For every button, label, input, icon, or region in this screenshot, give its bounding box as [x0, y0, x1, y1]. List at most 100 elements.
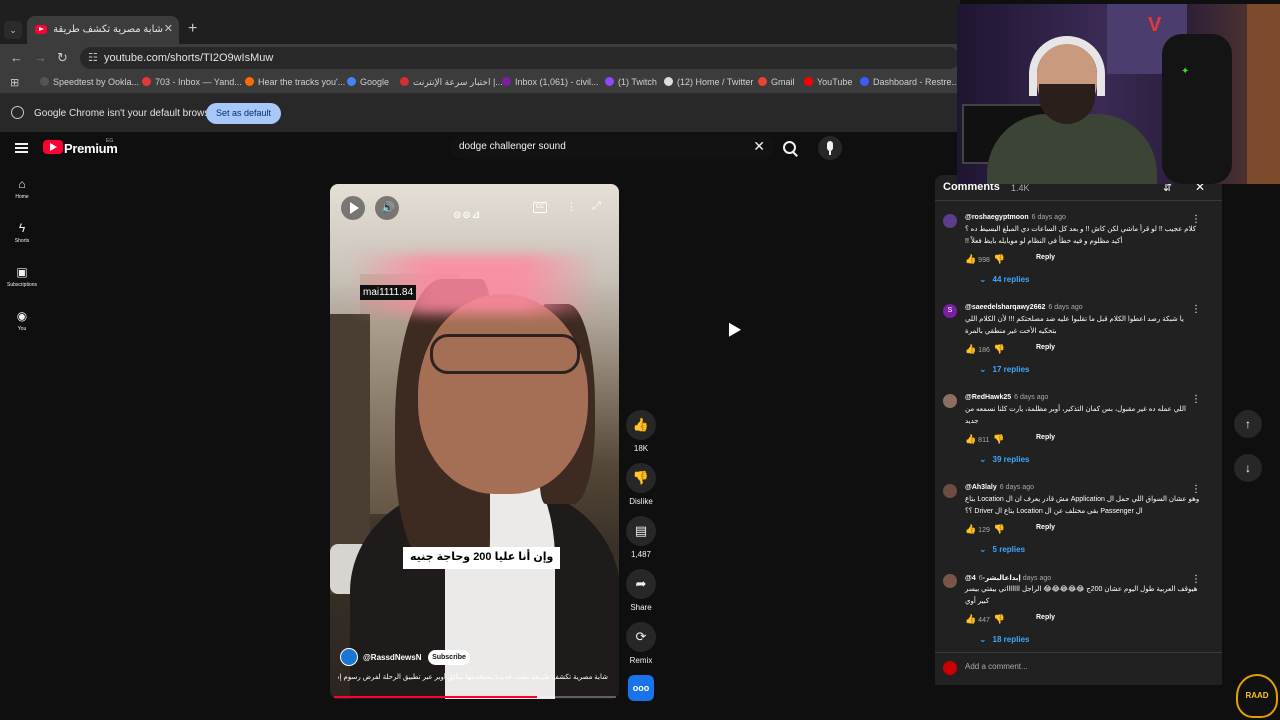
bookmark-yandex[interactable]: 703 - Inbox — Yand...: [142, 77, 242, 87]
reply-button[interactable]: Reply: [1036, 524, 1055, 531]
dislike-button[interactable]: 👎 Dislike: [624, 463, 658, 506]
add-comment-input[interactable]: Add a comment...: [965, 662, 1028, 671]
reply-button[interactable]: Reply: [1036, 614, 1055, 621]
raad-watermark-logo: RAAD: [1236, 674, 1278, 718]
comment-author[interactable]: @saeedelsharqawy2662 6 days ago: [965, 304, 1083, 311]
next-short-arrow-down-icon[interactable]: ↓: [1234, 454, 1262, 482]
search-query: dodge challenger sound: [459, 141, 566, 152]
bookmarks-bar: ⊞ Speedtest by Ookla... 703 - Inbox — Ya…: [0, 72, 960, 94]
omnibox[interactable]: ☷ youtube.com/shorts/TI2O9wIsMuw: [80, 47, 960, 69]
captions-cc-icon[interactable]: CC: [533, 202, 547, 213]
view-replies-button[interactable]: ⌄ 39 replies: [979, 454, 1029, 465]
view-replies-button[interactable]: ⌄ 17 replies: [979, 364, 1029, 375]
sidebar-item-home[interactable]: ⌂ Home: [0, 178, 44, 200]
short-video-player[interactable]: [330, 184, 619, 699]
remix-button[interactable]: ⟳ Remix: [624, 622, 658, 665]
reply-button[interactable]: Reply: [1036, 434, 1055, 441]
new-tab-plus-icon[interactable]: +: [188, 20, 197, 38]
comments-button[interactable]: ▤ 1,487: [624, 516, 658, 559]
bookmark-inbox[interactable]: Inbox (1,061) - civil...: [502, 77, 599, 87]
menu-hamburger-icon[interactable]: [15, 143, 28, 153]
bookmark-twitch[interactable]: (1) Twitch: [605, 77, 657, 87]
blurred-banner: [350, 254, 600, 314]
avatar[interactable]: [943, 484, 957, 498]
reply-button[interactable]: Reply: [1036, 254, 1055, 261]
bookmark-speedtest[interactable]: Speedtest by Ookla...: [40, 77, 139, 87]
avatar[interactable]: [943, 394, 957, 408]
view-replies-button[interactable]: ⌄ 5 replies: [979, 544, 1025, 555]
thumbs-down-icon[interactable]: 👎: [994, 614, 1005, 625]
thumbs-up-icon[interactable]: 👍: [965, 524, 976, 535]
play-icon: [350, 202, 359, 214]
thumbs-up-icon[interactable]: 👍: [965, 344, 976, 355]
back-arrow-icon[interactable]: ←: [10, 50, 23, 65]
view-replies-button[interactable]: ⌄ 18 replies: [979, 634, 1029, 645]
reply-button[interactable]: Reply: [1036, 344, 1055, 351]
url-text: youtube.com/shorts/TI2O9wIsMuw: [104, 52, 274, 64]
previous-short-arrow-up-icon[interactable]: ↑: [1234, 410, 1262, 438]
apps-grid-icon[interactable]: ⊞: [10, 76, 19, 89]
more-vert-icon[interactable]: ⋮: [566, 200, 577, 213]
channel-name[interactable]: @RassdNewsN: [363, 653, 422, 662]
comment-item: @roshaegyptmoon 6 days ago ⋮ كلام عجيب !!…: [943, 214, 1203, 304]
restream-icon: [860, 77, 869, 86]
bookmark-youtube[interactable]: YouTube: [804, 77, 852, 87]
thumbs-up-icon[interactable]: 👍: [965, 434, 976, 445]
bookmark-speedtest-ar[interactable]: اختبار سرعة الإنترنت |...: [400, 77, 503, 88]
set-as-default-button[interactable]: Set as default: [206, 103, 281, 124]
video-description[interactable]: شابة مصرية تكشف طريقة نصب جديدة يستخدمها…: [338, 673, 608, 681]
play-button[interactable]: [341, 196, 365, 220]
comments-count: 1.4K: [1011, 183, 1030, 193]
bookmark-shazam[interactable]: Hear the tracks you'...: [245, 77, 345, 87]
thumbs-down-icon[interactable]: 👎: [994, 254, 1005, 265]
voice-search-mic-icon[interactable]: [818, 136, 842, 160]
sidebar-item-shorts[interactable]: ϟ Shorts: [0, 222, 44, 244]
share-arrow-icon: ➦: [626, 569, 656, 599]
avatar[interactable]: [943, 214, 957, 228]
chevron-down-icon: ⌄: [979, 544, 987, 554]
close-tab-icon[interactable]: ✕: [164, 22, 173, 35]
avatar[interactable]: [943, 574, 957, 588]
subscribe-button[interactable]: Subscribe: [428, 650, 470, 665]
webcam-overlay: [957, 4, 1280, 184]
search-icon[interactable]: [780, 138, 800, 158]
channel-avatar[interactable]: [340, 648, 358, 666]
tab-search-chevron-icon[interactable]: ⌄: [4, 21, 22, 39]
video-progress-bar[interactable]: [334, 696, 616, 698]
channel-thumbnail[interactable]: ooo: [628, 675, 654, 701]
thumbs-down-icon[interactable]: 👎: [994, 344, 1005, 355]
sidebar-item-subscriptions[interactable]: ▣ Subscriptions: [0, 266, 44, 288]
like-button[interactable]: 👍 18K: [624, 410, 658, 453]
comment-author[interactable]: @RedHawk25 6 days ago: [965, 394, 1048, 401]
speedtest-icon: [40, 77, 49, 86]
bookmark-gmail[interactable]: Gmail: [758, 77, 795, 87]
comment-author[interactable]: @Ah3laly 6 days ago: [965, 484, 1034, 491]
default-browser-infobar: Google Chrome isn't your default browser: [0, 94, 960, 132]
site-info-icon[interactable]: ☷: [88, 51, 98, 64]
youtube-logo-icon[interactable]: [43, 140, 63, 154]
bookmark-twitter[interactable]: (12) Home / Twitter: [664, 77, 753, 87]
reload-icon[interactable]: ↻: [57, 50, 68, 66]
thumbs-down-icon[interactable]: 👎: [993, 434, 1004, 445]
volume-button[interactable]: 🔊: [375, 196, 399, 220]
bookmark-restream[interactable]: Dashboard - Restre...: [860, 77, 959, 87]
forward-arrow-icon[interactable]: →: [34, 50, 47, 65]
search-input[interactable]: dodge challenger sound ✕: [450, 135, 775, 159]
remix-label: Remix: [629, 656, 653, 665]
comment-text: كلام عجيب !! لو قرأ ماشي لكن كاش !! و بع…: [965, 226, 1197, 245]
fullscreen-icon[interactable]: ⤢: [592, 200, 601, 213]
comment-author[interactable]: @roshaegyptmoon 6 days ago: [965, 214, 1066, 221]
thumbs-up-icon[interactable]: 👍: [965, 614, 976, 625]
thumbs-down-icon[interactable]: 👎: [994, 524, 1005, 535]
sidebar-item-you[interactable]: ◉ You: [0, 310, 44, 332]
share-button[interactable]: ➦ Share: [624, 569, 658, 612]
browser-tab[interactable]: شابة مصرية تكشف طريقة نصب ✕: [27, 16, 179, 44]
avatar[interactable]: S: [943, 304, 957, 318]
comment-author[interactable]: @إبداعالبشر-46 days ago: [965, 574, 1051, 582]
webcam-curtain: [1247, 4, 1280, 184]
video-watermark-icon: ⊝⊝⊿: [453, 210, 482, 221]
clear-search-icon[interactable]: ✕: [753, 138, 765, 155]
thumbs-up-icon[interactable]: 👍: [965, 254, 976, 265]
view-replies-button[interactable]: ⌄ 44 replies: [979, 274, 1029, 285]
bookmark-google[interactable]: Google: [347, 77, 389, 87]
